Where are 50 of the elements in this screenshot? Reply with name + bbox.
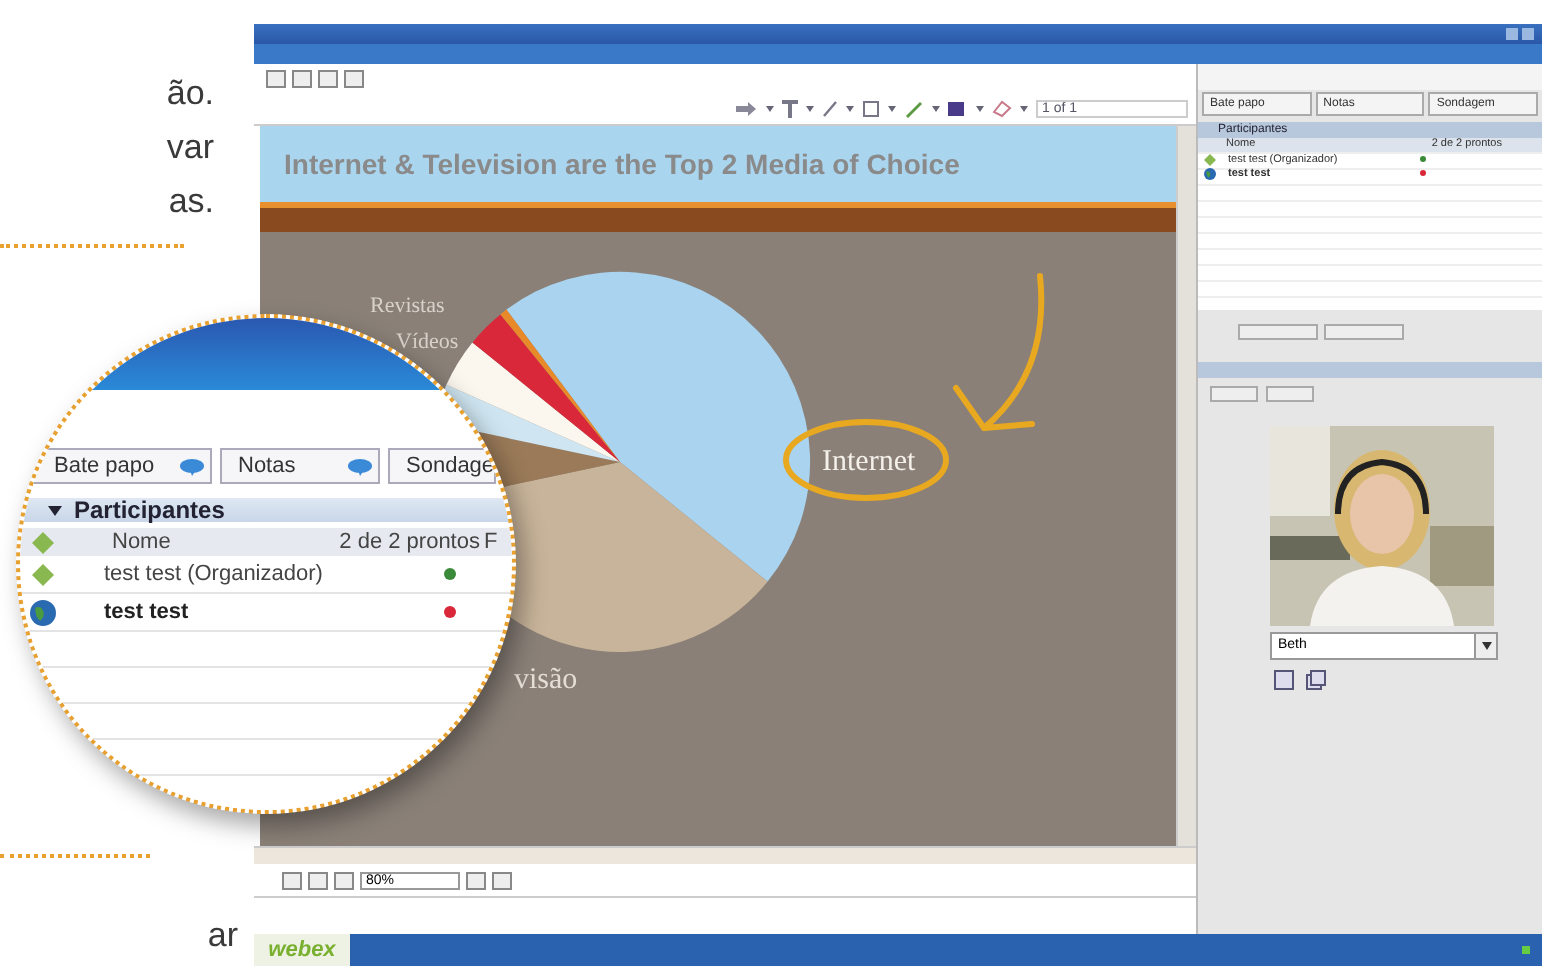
participant-name[interactable]: test test <box>104 600 444 624</box>
speech-bubble-icon <box>348 457 372 475</box>
line-tool-icon[interactable] <box>822 99 838 117</box>
caret-icon[interactable] <box>806 104 814 112</box>
caret-icon[interactable] <box>932 104 940 112</box>
globe-icon <box>29 599 55 625</box>
caret-icon[interactable] <box>888 104 896 112</box>
panel-button[interactable] <box>1210 386 1258 402</box>
speech-bubble-icon <box>180 457 204 475</box>
body-text: as. <box>168 180 214 224</box>
chart-label: Internet <box>822 446 916 478</box>
pointer-icon[interactable] <box>734 99 758 117</box>
panel-button[interactable] <box>1238 324 1318 340</box>
body-text: ar <box>207 918 238 952</box>
chart-label: visão <box>514 664 578 696</box>
text-tool-icon[interactable] <box>782 99 798 117</box>
panel-header: Participantes <box>74 496 225 524</box>
diamond-icon <box>31 563 53 585</box>
copy-icon[interactable] <box>1306 670 1326 690</box>
logo: webex <box>254 934 350 966</box>
diamond-icon <box>31 531 53 553</box>
connection-icon <box>1522 946 1530 954</box>
window-icon[interactable] <box>1274 670 1294 690</box>
panel-button[interactable] <box>1324 324 1404 340</box>
column-header: 2 de 2 prontos <box>337 530 480 554</box>
window-controls-icon[interactable] <box>1506 28 1534 40</box>
eraser-icon[interactable] <box>992 99 1012 117</box>
caret-icon[interactable] <box>766 104 774 112</box>
column-header[interactable]: Nome <box>112 530 304 554</box>
body-text: var <box>166 126 214 170</box>
body-text: ão. <box>166 72 214 116</box>
collapse-icon[interactable] <box>48 505 62 515</box>
caret-icon[interactable] <box>846 104 854 112</box>
panel-button[interactable] <box>1266 386 1314 402</box>
participant-name[interactable]: test test (Organizador) <box>104 562 444 586</box>
caret-icon[interactable] <box>1020 104 1028 112</box>
caret-icon <box>1481 642 1491 650</box>
caret-icon[interactable] <box>976 104 984 112</box>
panel-tab[interactable]: Notas <box>220 448 380 484</box>
chart-label: Revistas <box>370 294 445 318</box>
chart-label: Vídeos <box>396 330 459 354</box>
vertical-scrollbar[interactable] <box>1176 126 1196 846</box>
color-icon[interactable] <box>948 99 968 117</box>
column-header: F <box>484 530 500 554</box>
horizontal-scrollbar[interactable] <box>254 846 1196 864</box>
globe-icon <box>1204 167 1216 179</box>
panel-tab[interactable]: Sondage <box>388 448 496 484</box>
slide-title: Internet & Television are the Top 2 Media of Choice <box>260 126 1176 202</box>
pen-icon[interactable] <box>904 99 924 117</box>
rectangle-tool-icon[interactable] <box>862 99 880 117</box>
